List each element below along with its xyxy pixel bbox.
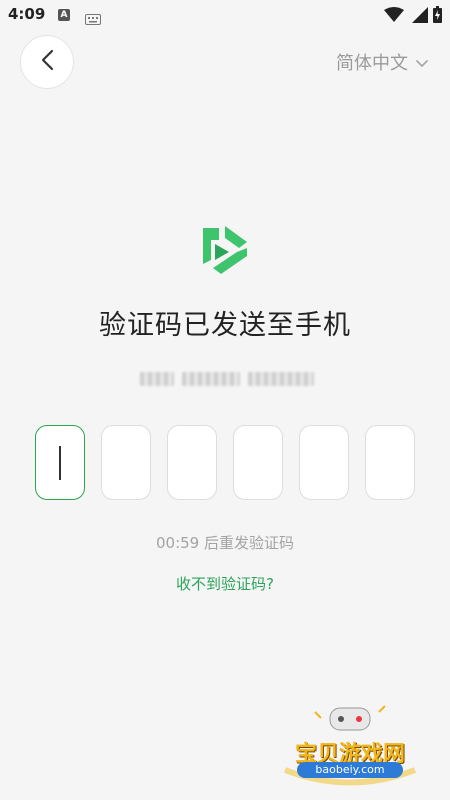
chevron-down-icon (416, 52, 428, 73)
watermark-url: baobeiy.com (297, 762, 403, 778)
text-caret (59, 445, 61, 480)
app-logo-icon (199, 222, 251, 282)
code-box[interactable] (101, 425, 151, 500)
resend-countdown: 00:59 后重发验证码 (156, 534, 294, 552)
no-code-received-link[interactable]: 收不到验证码? (0, 573, 450, 594)
status-bar: 4:09 A (0, 0, 450, 30)
wifi-icon (384, 7, 404, 27)
accessibility-icon: A (58, 9, 70, 21)
code-box[interactable] (365, 425, 415, 500)
keyboard-icon (85, 10, 101, 29)
code-box[interactable] (299, 425, 349, 500)
page-title: 验证码已发送至手机 (99, 310, 351, 341)
chevron-left-icon (40, 49, 54, 75)
watermark-logo: 宝贝游戏网 baobeiy.com (275, 700, 425, 790)
masked-phone-number (140, 370, 315, 388)
language-label: 简体中文 (336, 53, 408, 74)
code-box[interactable] (167, 425, 217, 500)
language-selector[interactable]: 简体中文 (336, 50, 428, 74)
code-box[interactable] (233, 425, 283, 500)
back-button[interactable] (20, 35, 74, 89)
code-box[interactable] (35, 425, 85, 500)
verification-code-input[interactable] (35, 425, 415, 500)
battery-icon (433, 6, 442, 27)
signal-icon (412, 7, 428, 27)
status-time: 4:09 (8, 5, 46, 23)
